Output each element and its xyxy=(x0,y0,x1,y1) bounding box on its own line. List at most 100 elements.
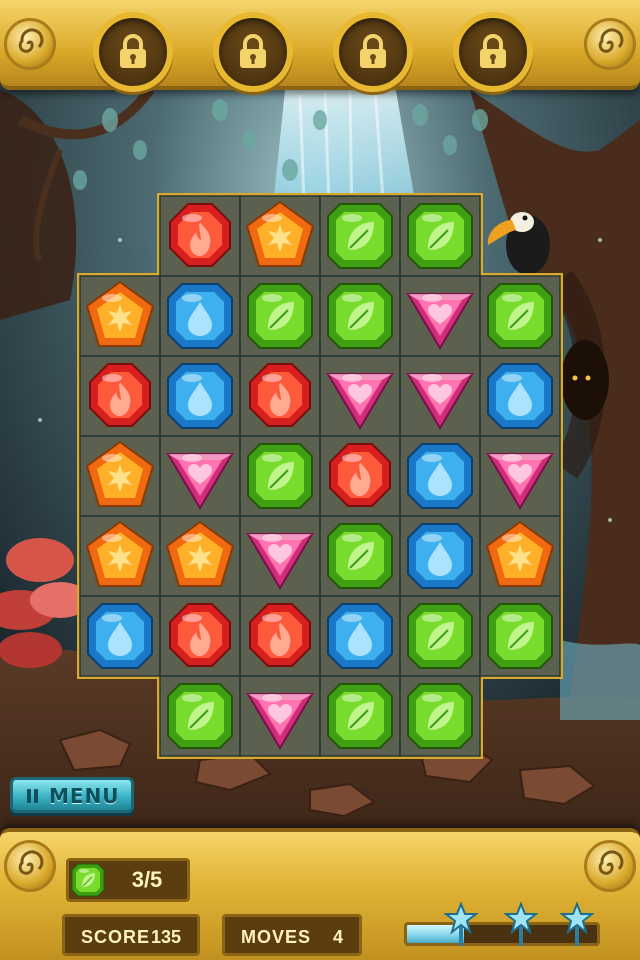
score-panel: SCORE 135 xyxy=(62,914,200,956)
left-bottom-swirl-ornament-icon xyxy=(4,840,56,892)
orange-star-gem-icon xyxy=(165,520,235,587)
blue-drop-gem-icon xyxy=(407,523,473,589)
pink-heart-gem-icon xyxy=(246,693,314,750)
board-cell[interactable] xyxy=(240,596,320,676)
score-label: SCORE xyxy=(81,927,151,947)
green-leaf-gem-icon xyxy=(487,283,553,349)
orange-star-gem-icon xyxy=(85,280,155,347)
green-leaf-gem-icon xyxy=(407,603,473,669)
locked-booster-slot[interactable] xyxy=(213,12,293,92)
goal-count: 3/5 xyxy=(131,867,163,892)
moves-label: MOVES xyxy=(241,927,312,947)
orange-star-gem-icon xyxy=(85,520,155,587)
green-leaf-gem-icon xyxy=(327,523,393,589)
board-cell[interactable] xyxy=(240,356,320,436)
board-cell[interactable] xyxy=(480,596,560,676)
menu-label: MENU xyxy=(49,784,120,808)
board-cell[interactable] xyxy=(80,276,160,356)
board-cell[interactable] xyxy=(240,276,320,356)
board-cell[interactable] xyxy=(320,516,400,596)
board-cell[interactable] xyxy=(160,196,240,276)
board-cell[interactable] xyxy=(160,596,240,676)
pink-heart-gem-icon xyxy=(406,293,474,350)
red-fire-gem-icon xyxy=(249,603,311,667)
board-cell[interactable] xyxy=(80,516,160,596)
left-swirl-ornament-icon xyxy=(4,18,56,70)
green-leaf-gem-icon xyxy=(407,683,473,749)
board-cell[interactable] xyxy=(160,436,240,516)
padlock-icon xyxy=(240,34,266,68)
board-cell[interactable] xyxy=(240,516,320,596)
board-cell[interactable] xyxy=(400,436,480,516)
board-cell[interactable] xyxy=(240,196,320,276)
right-swirl-ornament-icon xyxy=(584,18,636,70)
pink-heart-gem-icon xyxy=(326,373,394,430)
locked-booster-slot[interactable] xyxy=(333,12,413,92)
score-value: 135 xyxy=(150,927,181,947)
orange-star-gem-icon xyxy=(245,200,315,267)
board-cell[interactable] xyxy=(160,356,240,436)
orange-star-gem-icon xyxy=(485,520,555,587)
board-cell[interactable] xyxy=(320,276,400,356)
board-cell[interactable] xyxy=(400,516,480,596)
pink-heart-gem-icon xyxy=(246,533,314,590)
locked-booster-slot[interactable] xyxy=(93,12,173,92)
blue-drop-gem-icon xyxy=(87,603,153,669)
green-leaf-gem-icon xyxy=(327,683,393,749)
progress-star-icon xyxy=(560,902,594,946)
green-leaf-gem-icon xyxy=(247,283,313,349)
board-cell[interactable] xyxy=(320,596,400,676)
right-bottom-swirl-ornament-icon xyxy=(584,840,636,892)
green-leaf-gem-icon xyxy=(327,283,393,349)
blue-drop-gem-icon xyxy=(407,443,473,509)
red-fire-gem-icon xyxy=(249,363,311,427)
board-cell[interactable] xyxy=(400,356,480,436)
progress-star-icon xyxy=(444,902,478,946)
orange-star-gem-icon xyxy=(85,440,155,507)
board-cell[interactable] xyxy=(240,676,320,756)
locked-booster-slot[interactable] xyxy=(453,12,533,92)
board-cell[interactable] xyxy=(480,516,560,596)
board-cell[interactable] xyxy=(160,276,240,356)
board-cell[interactable] xyxy=(400,276,480,356)
green-leaf-gem-icon xyxy=(407,203,473,269)
board-cell[interactable] xyxy=(80,356,160,436)
board-cell[interactable] xyxy=(480,276,560,356)
pink-heart-gem-icon xyxy=(486,453,554,510)
board-cell[interactable] xyxy=(320,356,400,436)
green-leaf-gem-icon xyxy=(327,203,393,269)
board-cell[interactable] xyxy=(80,596,160,676)
pink-heart-gem-icon xyxy=(406,373,474,430)
board-cell[interactable] xyxy=(480,436,560,516)
board-cell[interactable] xyxy=(400,196,480,276)
green-leaf-gem-icon xyxy=(487,603,553,669)
moves-value: 4 xyxy=(332,927,343,947)
red-fire-gem-icon xyxy=(169,203,231,267)
board-cell[interactable] xyxy=(320,676,400,756)
board-cell[interactable] xyxy=(160,676,240,756)
padlock-icon xyxy=(480,34,506,68)
red-fire-gem-icon xyxy=(89,363,151,427)
board-cell[interactable] xyxy=(480,356,560,436)
menu-button[interactable]: MENU xyxy=(10,777,134,813)
green-leaf-gem-icon xyxy=(167,683,233,749)
green-leaf-gem-icon xyxy=(247,443,313,509)
blue-drop-gem-icon xyxy=(327,603,393,669)
board-cell[interactable] xyxy=(400,676,480,756)
board-cell[interactable] xyxy=(160,516,240,596)
pause-icon xyxy=(27,789,39,803)
red-fire-gem-icon xyxy=(329,443,391,507)
goal-green-leaf-gem-icon xyxy=(71,863,105,897)
board-cell[interactable] xyxy=(320,196,400,276)
blue-drop-gem-icon xyxy=(167,283,233,349)
red-fire-gem-icon xyxy=(169,603,231,667)
blue-drop-gem-icon xyxy=(487,363,553,429)
board-cell[interactable] xyxy=(240,436,320,516)
blue-drop-gem-icon xyxy=(167,363,233,429)
moves-panel: MOVES 4 xyxy=(222,914,362,956)
board-cell[interactable] xyxy=(400,596,480,676)
padlock-icon xyxy=(120,34,146,68)
board-cell[interactable] xyxy=(320,436,400,516)
game-screen: MENU 3/5 SCORE 135 MOVES 4 xyxy=(0,0,640,960)
board-cell[interactable] xyxy=(80,436,160,516)
